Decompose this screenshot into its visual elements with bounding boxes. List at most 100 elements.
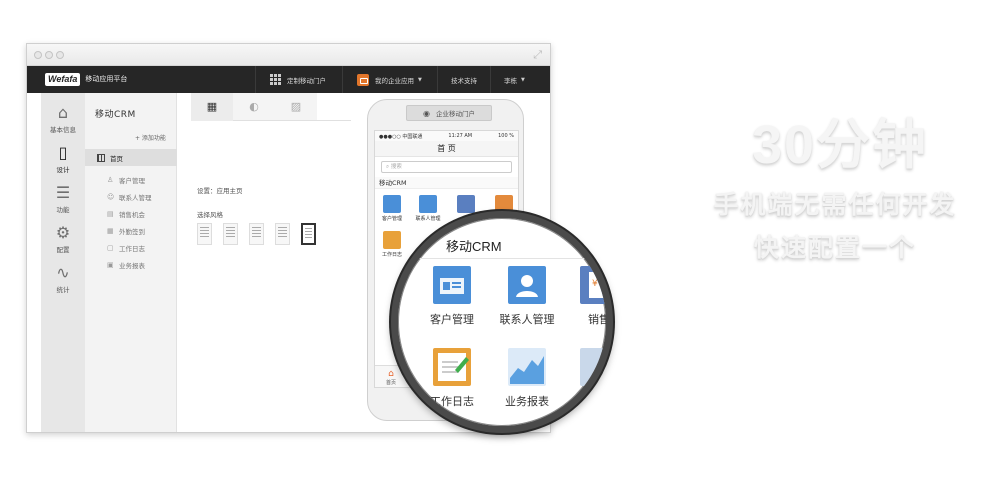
custom-portal-label: 定制移动门户: [287, 76, 326, 85]
mobile-app-label: 联系人管理: [415, 216, 441, 222]
hero-subline-2: 快速配置一个: [753, 234, 916, 262]
rail-item-features[interactable]: ☰ 功能: [41, 185, 85, 215]
nav-item-contacts[interactable]: ☺ 联系人管理: [107, 192, 152, 202]
divider: [342, 66, 343, 93]
style-option-selected[interactable]: [301, 223, 316, 245]
mobile-search-input[interactable]: ⌕ 搜索: [381, 161, 512, 173]
divider: [255, 66, 256, 93]
report-chart-icon: [508, 348, 546, 386]
caret-down-icon: ▼: [418, 76, 422, 83]
lens-app-label: 业务报表: [505, 396, 549, 408]
window-titlebar: ⤢: [27, 44, 550, 66]
portal-button-label: 企业移动门户: [435, 110, 475, 118]
worklog-pencil-icon: [383, 231, 401, 249]
sales-doc-icon: ¥: [580, 266, 606, 304]
tab-strip-fill: [317, 93, 351, 121]
nav-item-label: 外勤签到: [119, 228, 145, 236]
divider: [437, 66, 438, 93]
window-zoom-dot[interactable]: [56, 51, 64, 59]
mobile-app-sales[interactable]: [451, 195, 481, 215]
home-icon: ⌂: [57, 103, 69, 122]
mobile-app-customers[interactable]: 客户管理: [377, 195, 407, 222]
rail-item-config[interactable]: ⚙ 配置: [41, 225, 85, 255]
contact-person-icon: [508, 266, 546, 304]
tab-theme[interactable]: ◐: [233, 93, 275, 121]
grid-icon: [97, 153, 105, 162]
lens-app-worklog: 工作日志: [414, 348, 490, 409]
style-options: [197, 223, 316, 245]
custom-portal-link[interactable]: 定制移动门户: [270, 66, 326, 93]
expand-icon[interactable]: ⤢: [533, 48, 542, 62]
lens-app-sales: ¥ 销售: [561, 266, 610, 327]
style-option-grid-2[interactable]: [223, 223, 238, 245]
nav-item-label: 首页: [110, 154, 123, 163]
enterprise-portal-button[interactable]: ◉ 企业移动门户: [406, 105, 492, 121]
divider: [398, 258, 606, 259]
layout-icon: ▦: [206, 100, 218, 113]
mobile-nav-home[interactable]: ⌂ 首页: [381, 369, 401, 386]
mobile-app-contacts[interactable]: 联系人管理: [413, 195, 443, 222]
tab-layout[interactable]: ▦: [191, 93, 233, 121]
window-close-dot[interactable]: [34, 51, 42, 59]
pulse-icon: ∿: [56, 263, 70, 282]
platform-title: 移动应用平台: [85, 75, 128, 83]
rail-item-label: 功能: [56, 206, 70, 214]
briefcase-icon: [357, 73, 369, 86]
style-option-grid-3[interactable]: [197, 223, 212, 245]
caret-down-icon: ▼: [521, 76, 525, 83]
nav-item-customers[interactable]: ♙ 客户管理: [107, 175, 145, 185]
mobile-page-title: 首 页: [375, 141, 518, 157]
tab-image[interactable]: ▨: [275, 93, 317, 121]
style-option-list-alt[interactable]: [275, 223, 290, 245]
rail-item-basic-info[interactable]: ⌂ 基本信息: [41, 103, 85, 135]
rail-item-label: 设计: [56, 166, 70, 174]
style-option-list[interactable]: [249, 223, 264, 245]
logo-mark: Wefafa: [45, 72, 81, 86]
hero-subline-1: 手机端无需任何开发: [713, 191, 957, 219]
chart-icon: ▤: [107, 209, 114, 218]
rail-item-label: 统计: [56, 286, 70, 294]
lens-app-customers: 客户管理: [414, 266, 490, 327]
user-menu[interactable]: 李栋 ▼: [504, 66, 525, 93]
mobile-section-title: 移动CRM: [375, 177, 518, 189]
nav-item-checkin[interactable]: ▦ 外勤签到: [107, 226, 145, 236]
phone-icon: ▯: [58, 143, 68, 162]
nav-item-label: 业务报表: [119, 262, 145, 270]
clock-text: 11:27 AM: [448, 133, 473, 139]
nav-item-opportunities[interactable]: ▤ 销售机会: [107, 209, 145, 219]
add-feature-link[interactable]: + 添加功能: [135, 133, 166, 142]
app-icon: [580, 348, 606, 386]
lens-app-label: 工作日志: [430, 396, 474, 408]
nav-item-reports[interactable]: ▣ 业务报表: [107, 260, 145, 270]
search-placeholder: 搜索: [390, 164, 402, 170]
carrier-text: ●●●○○ 中国联通: [379, 134, 423, 140]
calendar-icon: ▦: [107, 226, 114, 235]
nav-item-label: 客户管理: [119, 177, 145, 185]
rail-item-stats[interactable]: ∿ 统计: [41, 263, 85, 295]
style-label: 选择风格: [197, 211, 223, 219]
left-rail: ⌂ 基本信息 ▯ 设计 ☰ 功能 ⚙ 配置 ∿ 统计: [41, 93, 85, 432]
battery-text: 100 %: [498, 133, 514, 139]
rail-item-design[interactable]: ▯ 设计: [41, 143, 85, 175]
tech-support-label: 技术支持: [451, 76, 477, 85]
nav-item-worklog[interactable]: ▢ 工作日志: [107, 243, 145, 253]
report-icon: ▣: [107, 260, 114, 269]
module-nav-panel: 移动CRM + 添加功能 首页 ♙ 客户管理 ☺ 联系人管理 ▤ 销售机会 ▦ 外勤签到…: [85, 93, 177, 432]
home-icon: ⌂: [388, 369, 394, 379]
lens-app-label: 销售: [588, 314, 610, 326]
nav-item-home[interactable]: 首页: [85, 149, 177, 166]
my-apps-label: 我的企业应用: [375, 76, 414, 85]
note-icon: ▢: [107, 243, 114, 252]
promo-stage: { "app": { "logo_mark": "Wefafa", "logo_…: [0, 0, 1000, 500]
design-tabs: ▦ ◐ ▨: [191, 93, 351, 121]
tech-support-link[interactable]: 技术支持: [451, 66, 477, 93]
nav-item-label: 销售机会: [119, 211, 145, 219]
top-nav-bar: Wefafa 移动应用平台 定制移动门户 我的企业应用 ▼ 技术支持 李栋 ▼: [27, 66, 550, 93]
mobile-app-worklog[interactable]: 工作日志: [377, 231, 407, 258]
customer-card-icon: [433, 266, 471, 304]
my-apps-menu[interactable]: 我的企业应用 ▼: [357, 66, 422, 93]
window-minimize-dot[interactable]: [45, 51, 53, 59]
logo[interactable]: Wefafa 移动应用平台: [45, 72, 127, 86]
users-icon: ♙: [107, 175, 114, 184]
status-bar: ●●●○○ 中国联通 11:27 AM 100 %: [375, 131, 518, 141]
